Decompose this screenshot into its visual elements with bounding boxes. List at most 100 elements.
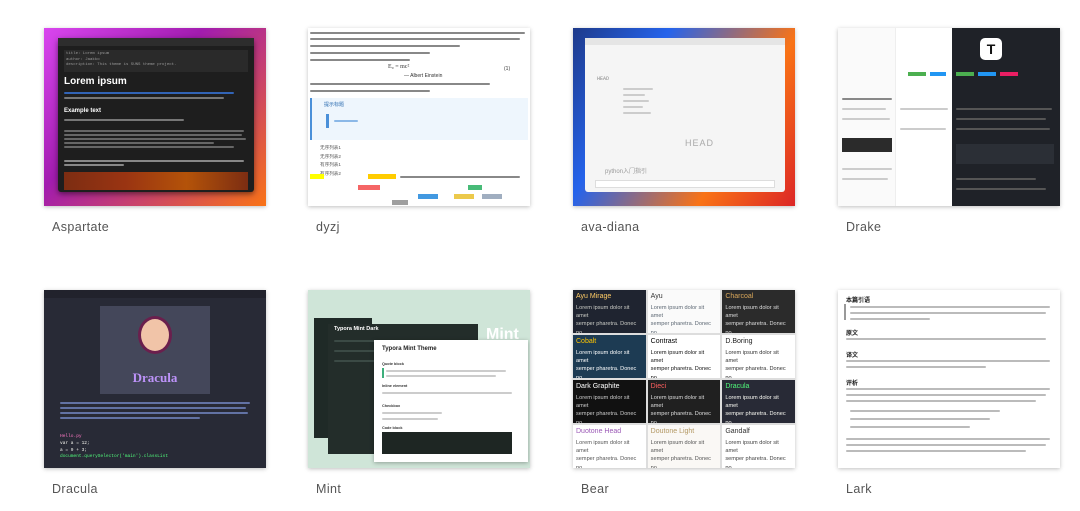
code-line: var a = 12; [60,440,90,446]
theme-thumbnail[interactable]: T [838,28,1060,206]
theme-thumbnail[interactable]: Ayu Mirage Lorem ipsum dolor sit amet semp… [573,290,795,468]
code-line: document.querySelector('main').classList [60,454,169,460]
banner-image: Dracula [100,306,210,394]
callout-box: 提示标题 [310,98,528,140]
theme-name[interactable]: Bear [581,482,609,496]
theme-thumbnail[interactable]: Dracula Hello.py var a = 12; a = 9 + 3; … [44,290,266,468]
variant-title: D.Boring [725,338,753,345]
bear-variant-cell: Dracula Lorem ipsum dolor sit amet semper … [722,380,795,423]
section-heading: 评析 [846,381,859,387]
title-bar [58,38,254,46]
title-bar [585,38,785,45]
variant-title: Gandalf [725,428,750,435]
theme-name[interactable]: Mint [316,482,341,496]
variant-title: Dracula [725,383,750,390]
sample-line: semper pharetra. Donec po [725,456,786,468]
subheading: Example text [64,108,102,114]
bear-variant-cell: Duotone Head Lorem ipsum dolor sit amet se… [573,425,646,468]
theme-thumbnail[interactable]: Mint Typora Mint Dark Typora Mint Theme … [308,290,530,468]
sample-line: semper pharetra. Donec po [576,321,637,333]
front-matter-block: title: Lorem ipsum author: Jaakko descri… [64,50,248,72]
theme-name[interactable]: dyzj [316,220,340,234]
sub-heading: python入门指引 [605,169,648,175]
variant-title: Contrast [650,338,678,345]
theme-name[interactable]: ava-diana [581,220,640,234]
sample-line: semper pharetra. Donec po [576,411,637,423]
bear-variant-cell: Dark Graphite Lorem ipsum dolor sit amet s… [573,380,646,423]
bear-variant-cell: Dieci Lorem ipsum dolor sit amet semper ph… [647,380,721,423]
brand-title: Dracula [132,370,178,385]
sample-line: semper pharetra. Donec po [650,456,711,468]
bear-variant-cell: Cobalt Lorem ipsum dolor sit amet semper p… [573,335,646,378]
formula: E₀ = mc² [388,64,410,70]
section-heading: Code block [382,426,403,430]
code-label: HEAD [597,76,610,82]
theme-thumbnail[interactable]: E₀ = mc² (1) — Albert Einstein 提示标题 无序列表… [308,28,530,206]
sample-line: semper pharetra. Donec po [650,321,711,333]
app-window: title: Lorem ipsum author: Jaakko descri… [58,38,254,192]
variant-title: Ayu Mirage [576,293,612,300]
image-strip [64,172,248,190]
heading: Lorem ipsum [64,76,127,87]
theme-thumbnail[interactable]: 本篇引语 原文 译文 评析 [838,290,1060,468]
theme-thumbnail[interactable]: title: Lorem ipsum author: Jaakko descri… [44,28,266,206]
callout-title: 提示标题 [324,102,345,108]
theme-thumbnail[interactable]: HEAD HEAD python入门指引 [573,28,795,206]
section-heading: 原文 [846,331,859,337]
variant-title: Cobalt [576,338,597,345]
theme-name[interactable]: Lark [846,482,872,496]
attribution: — Albert Einstein [404,73,443,79]
bear-variant-cell: Doutone Light Lorem ipsum dolor sit amet s… [647,425,721,468]
vampire-icon [138,316,172,354]
theme-name[interactable]: Drake [846,220,881,234]
section-heading: Checkbox [382,404,401,408]
variant-title: Dieci [650,383,667,390]
sample-line: semper pharetra. Donec po [725,411,786,423]
section-heading: Quote block [382,362,404,366]
sample-line: semper pharetra. Donec po [576,366,637,378]
theme-gallery: title: Lorem ipsum author: Jaakko descri… [0,0,1080,511]
code-line: description: This theme is SUNS theme pr… [66,63,177,68]
list-item: 无序列表2 [320,153,341,159]
variant-title: Charcoal [725,293,754,300]
section-title: 本篇引语 [846,298,871,304]
sample-line: semper pharetra. Donec po [650,366,711,378]
theme-name[interactable]: Aspartate [52,220,109,234]
sample-line: semper pharetra. Donec po [576,456,637,468]
doc-title: Typora Mint Theme [382,346,437,352]
sample-line: Lorem ipsum dolor sit amet [725,394,779,409]
variant-title: Dark Graphite [576,383,620,390]
sample-line: Lorem ipsum dolor sit amet [576,349,630,364]
sample-line: Lorem ipsum dolor sit amet [650,304,705,319]
sample-line: semper pharetra. Donec po [725,321,786,333]
bear-variant-cell: Contrast Lorem ipsum dolor sit amet semper… [647,335,721,378]
sample-line: Lorem ipsum dolor sit amet [650,394,705,409]
theme-name[interactable]: Dracula [52,482,98,496]
section-heading: Inline element [382,384,408,388]
list-item: 无序列表1 [320,145,341,150]
sample-line: Lorem ipsum dolor sit amet [725,439,779,454]
bear-theme-grid: Ayu Mirage Lorem ipsum dolor sit amet semp… [573,290,795,468]
typora-logo-icon: T [980,38,1002,60]
window-title: Typora Mint Dark [334,326,379,332]
bear-variant-cell: Ayu Lorem ipsum dolor sit amet semper phar… [647,290,721,333]
sample-line: semper pharetra. Donec po [650,411,711,423]
variant-title: Duotone Head [576,428,622,435]
sample-line: Lorem ipsum dolor sit amet [650,439,705,454]
variant-title: Ayu [650,293,663,300]
equation-number: (1) [504,66,511,72]
light-window: Typora Mint Theme Quote block Inline ele… [374,340,528,462]
bear-variant-cell: Charcoal Lorem ipsum dolor sit amet semper… [722,290,795,333]
section-heading: 译文 [846,353,859,359]
sample-line: Lorem ipsum dolor sit amet [650,349,705,364]
big-heading: HEAD [685,138,715,148]
bear-variant-cell: Gandalf Lorem ipsum dolor sit amet semper … [722,425,795,468]
code-line: Hello.py [60,434,82,439]
sample-line: Lorem ipsum dolor sit amet [725,304,779,319]
bear-variant-cell: Ayu Mirage Lorem ipsum dolor sit amet semp… [573,290,646,333]
code-block: Hello.py var a = 12; a = 9 + 3; document… [60,434,168,461]
sample-line: Lorem ipsum dolor sit amet [576,394,630,409]
sample-line: Lorem ipsum dolor sit amet [576,304,630,319]
sample-line: Lorem ipsum dolor sit amet [576,439,630,454]
list-item: 有序列表1 [320,162,341,168]
